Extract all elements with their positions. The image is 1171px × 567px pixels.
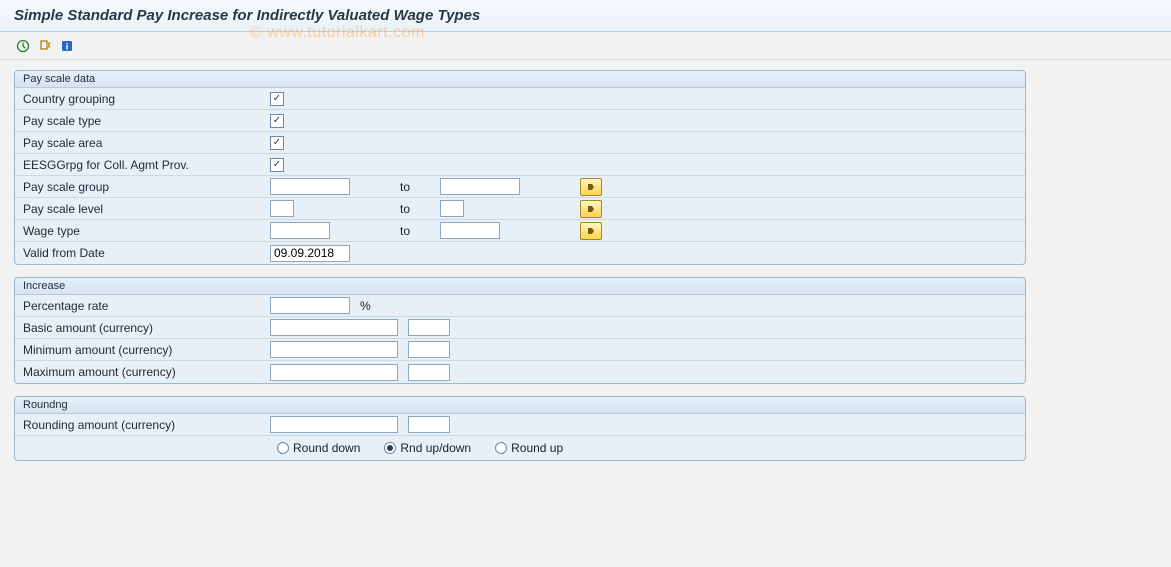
valid-from-input[interactable] bbox=[270, 245, 350, 262]
valid-from-row: Valid from Date bbox=[15, 242, 1025, 264]
increase-group: Increase Percentage rate % Basic amount … bbox=[14, 277, 1026, 384]
maximum-amount-label: Maximum amount (currency) bbox=[15, 361, 270, 383]
pay-scale-level-row: Pay scale level to bbox=[15, 198, 1025, 220]
page-title: Simple Standard Pay Increase for Indirec… bbox=[14, 7, 480, 24]
pay-scale-area-row: Pay scale area ✓ bbox=[15, 132, 1025, 154]
radio-icon bbox=[277, 442, 289, 454]
percent-unit: % bbox=[360, 299, 371, 313]
info-icon: i bbox=[60, 39, 74, 53]
rounding-amount-input[interactable] bbox=[270, 416, 398, 433]
rounding-amount-label: Rounding amount (currency) bbox=[15, 414, 270, 435]
pay-scale-data-legend: Pay scale data bbox=[15, 71, 1025, 88]
maximum-amount-currency-input[interactable] bbox=[408, 364, 450, 381]
rnd-up-down-label: Rnd up/down bbox=[400, 441, 471, 455]
minimum-amount-row: Minimum amount (currency) bbox=[15, 339, 1025, 361]
toolbar: i bbox=[0, 32, 1171, 60]
country-grouping-row: Country grouping ✓ bbox=[15, 88, 1025, 110]
minimum-amount-label: Minimum amount (currency) bbox=[15, 339, 270, 360]
get-variant-button[interactable] bbox=[36, 37, 54, 55]
rounding-group: Roundng Rounding amount (currency) Round… bbox=[14, 396, 1026, 461]
pay-scale-data-group: Pay scale data Country grouping ✓ Pay sc… bbox=[14, 70, 1026, 265]
eesg-grouping-row: EESGGrpg for Coll. Agmt Prov. ✓ bbox=[15, 154, 1025, 176]
to-label: to bbox=[360, 180, 430, 194]
wage-type-from-input[interactable] bbox=[270, 222, 330, 239]
round-up-radio[interactable]: Round up bbox=[495, 441, 563, 455]
eesg-grouping-checkbox[interactable]: ✓ bbox=[270, 158, 284, 172]
arrow-right-icon bbox=[586, 226, 596, 236]
round-up-label: Round up bbox=[511, 441, 563, 455]
pay-scale-group-label: Pay scale group bbox=[15, 176, 270, 197]
country-grouping-label: Country grouping bbox=[15, 88, 270, 109]
rounding-amount-currency-input[interactable] bbox=[408, 416, 450, 433]
percentage-rate-input[interactable] bbox=[270, 297, 350, 314]
wage-type-to-input[interactable] bbox=[440, 222, 500, 239]
pay-scale-group-from-input[interactable] bbox=[270, 178, 350, 195]
title-bar: Simple Standard Pay Increase for Indirec… bbox=[0, 0, 1171, 32]
pay-scale-level-from-input[interactable] bbox=[270, 200, 294, 217]
basic-amount-row: Basic amount (currency) bbox=[15, 317, 1025, 339]
round-down-radio[interactable]: Round down bbox=[277, 441, 360, 455]
basic-amount-label: Basic amount (currency) bbox=[15, 317, 270, 338]
pay-scale-area-label: Pay scale area bbox=[15, 132, 270, 153]
pay-scale-level-to-input[interactable] bbox=[440, 200, 464, 217]
pay-scale-type-checkbox[interactable]: ✓ bbox=[270, 114, 284, 128]
pay-scale-area-checkbox[interactable]: ✓ bbox=[270, 136, 284, 150]
pay-scale-type-label: Pay scale type bbox=[15, 110, 270, 131]
pay-scale-type-row: Pay scale type ✓ bbox=[15, 110, 1025, 132]
arrow-right-icon bbox=[586, 182, 596, 192]
to-label: to bbox=[360, 224, 430, 238]
country-grouping-checkbox[interactable]: ✓ bbox=[270, 92, 284, 106]
radio-icon bbox=[495, 442, 507, 454]
basic-amount-currency-input[interactable] bbox=[408, 319, 450, 336]
round-down-label: Round down bbox=[293, 441, 360, 455]
rounding-options-row: Round down Rnd up/down Round up bbox=[15, 436, 1025, 460]
pay-scale-level-multi-button[interactable] bbox=[580, 200, 602, 218]
to-label: to bbox=[360, 202, 430, 216]
rounding-legend: Roundng bbox=[15, 397, 1025, 414]
arrow-right-icon bbox=[586, 204, 596, 214]
variant-icon bbox=[38, 39, 52, 53]
basic-amount-input[interactable] bbox=[270, 319, 398, 336]
valid-from-label: Valid from Date bbox=[15, 242, 270, 264]
pay-scale-group-to-input[interactable] bbox=[440, 178, 520, 195]
wage-type-multi-button[interactable] bbox=[580, 222, 602, 240]
minimum-amount-input[interactable] bbox=[270, 341, 398, 358]
wage-type-label: Wage type bbox=[15, 220, 270, 241]
execute-icon bbox=[16, 39, 30, 53]
maximum-amount-input[interactable] bbox=[270, 364, 398, 381]
rnd-up-down-radio[interactable]: Rnd up/down bbox=[384, 441, 471, 455]
percentage-rate-row: Percentage rate % bbox=[15, 295, 1025, 317]
radio-icon bbox=[384, 442, 396, 454]
content: Pay scale data Country grouping ✓ Pay sc… bbox=[0, 60, 1040, 493]
minimum-amount-currency-input[interactable] bbox=[408, 341, 450, 358]
rounding-amount-row: Rounding amount (currency) bbox=[15, 414, 1025, 436]
percentage-rate-label: Percentage rate bbox=[15, 295, 270, 316]
eesg-grouping-label: EESGGrpg for Coll. Agmt Prov. bbox=[15, 154, 270, 175]
execute-button[interactable] bbox=[14, 37, 32, 55]
pay-scale-group-row: Pay scale group to bbox=[15, 176, 1025, 198]
increase-legend: Increase bbox=[15, 278, 1025, 295]
maximum-amount-row: Maximum amount (currency) bbox=[15, 361, 1025, 383]
pay-scale-level-label: Pay scale level bbox=[15, 198, 270, 219]
pay-scale-group-multi-button[interactable] bbox=[580, 178, 602, 196]
info-button[interactable]: i bbox=[58, 37, 76, 55]
wage-type-row: Wage type to bbox=[15, 220, 1025, 242]
